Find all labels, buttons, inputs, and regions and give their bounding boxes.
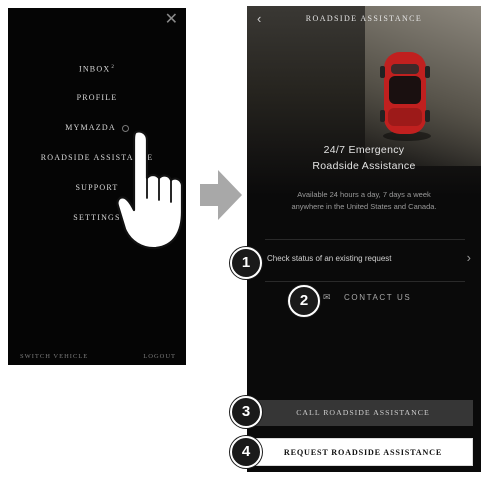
availability-line-1: Available 24 hours a day, 7 days a week <box>297 190 431 199</box>
divider <box>265 281 465 282</box>
contact-us-label: CONTACT US <box>344 293 412 302</box>
switch-vehicle-link[interactable]: SWITCH VEHICLE <box>20 353 88 360</box>
menu-item-label: MYMAZDA <box>65 123 116 132</box>
menu-item-label: SUPPORT <box>75 183 119 192</box>
logout-link[interactable]: LOGOUT <box>143 353 176 360</box>
request-roadside-assistance-button[interactable]: REQUEST ROADSIDE ASSISTANCE <box>253 438 473 466</box>
roadside-assistance-screen: ‹ ROADSIDE ASSISTANCE 24/7 Emergency Roa… <box>247 6 481 472</box>
nav-bar: ‹ ROADSIDE ASSISTANCE <box>247 6 481 34</box>
callout-badge-3: 3 <box>230 396 262 428</box>
car-image <box>380 52 431 141</box>
next-arrow-icon <box>200 170 242 220</box>
menu-item-profile[interactable]: PROFILE <box>8 83 186 113</box>
divider <box>265 239 465 240</box>
menu-item-inbox[interactable]: INBOX2 <box>8 53 186 83</box>
callout-badge-1: 1 <box>230 247 262 279</box>
menu-item-label: PROFILE <box>76 93 118 102</box>
call-roadside-assistance-button[interactable]: CALL ROADSIDE ASSISTANCE <box>253 400 473 426</box>
envelope-icon: ✉ <box>323 292 331 302</box>
availability-line-2: anywhere in the United States and Canada… <box>291 202 437 211</box>
page-title: ROADSIDE ASSISTANCE <box>305 14 423 23</box>
inbox-count: 2 <box>111 65 116 70</box>
close-icon[interactable]: ✕ <box>165 12 178 28</box>
callout-badge-4: 4 <box>230 436 262 468</box>
headline-line-1: 24/7 Emergency <box>323 144 405 156</box>
headline: 24/7 Emergency Roadside Assistance <box>247 142 481 174</box>
menu-item-label: INBOX <box>78 64 111 74</box>
availability-text: Available 24 hours a day, 7 days a week … <box>247 189 481 213</box>
callout-badge-2: 2 <box>288 285 320 317</box>
chevron-right-icon: › <box>466 250 471 265</box>
check-status-label: Check status of an existing request <box>267 254 392 263</box>
headline-line-2: Roadside Assistance <box>312 160 416 172</box>
tap-hand-icon <box>116 130 184 250</box>
check-status-row[interactable]: Check status of an existing request › <box>247 249 481 271</box>
menu-item-label: SETTINGS <box>73 213 121 222</box>
